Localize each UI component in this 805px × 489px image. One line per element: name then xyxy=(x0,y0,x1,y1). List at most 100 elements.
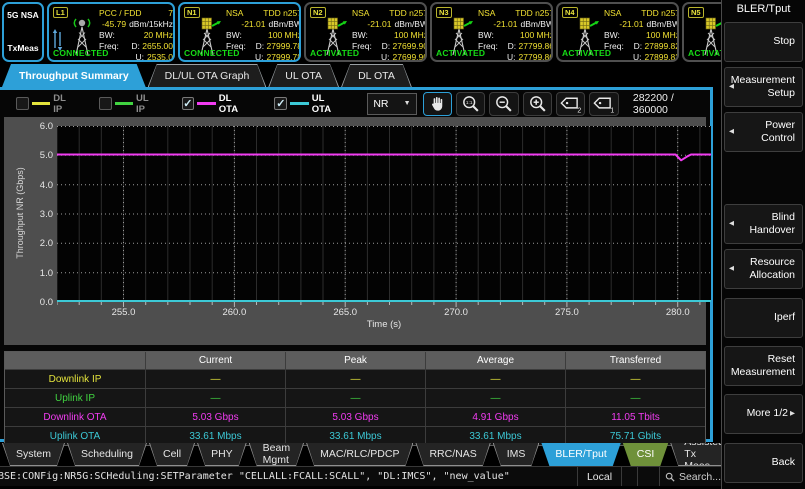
cell-status-n3[interactable]: N3 NSATDD n257 -21.01dBm/BW BW:100 MHz F… xyxy=(430,2,553,62)
legend-swatch-ul-ota xyxy=(290,102,309,105)
rat-select-dropdown[interactable]: NR ▼ xyxy=(367,93,416,115)
pan-tool-button[interactable] xyxy=(423,92,452,116)
left-arrow-icon: ◀ xyxy=(729,83,734,91)
bottom-tab-mac-rlc-pdcp[interactable]: MAC/RLC/PDCP xyxy=(306,443,413,466)
cell-status-text: ACTIVATED xyxy=(310,48,359,58)
more-pages-button[interactable]: More 1/2▶ xyxy=(724,394,803,434)
measurement-tabs: Throughput Summary DL/UL OTA Graph UL OT… xyxy=(0,64,721,87)
left-arrow-icon: ◀ xyxy=(729,128,734,136)
bottom-tab-csi[interactable]: CSI xyxy=(623,443,669,466)
bottom-tab-beam-mgmt[interactable]: Beam Mgmt xyxy=(249,443,304,466)
cell-band: 7 xyxy=(168,8,173,19)
legend-checkbox-ul-ota[interactable]: ✓ xyxy=(274,97,287,110)
table-header-peak: Peak xyxy=(286,352,425,369)
bottom-tab-rrc-nas[interactable]: RRC/NAS xyxy=(415,443,490,466)
tab-ul-ota[interactable]: UL OTA xyxy=(268,64,339,87)
cell-status-bar: 5G NSA TxMeas L1 xyxy=(0,0,721,64)
sidebar-title: BLER/Tput xyxy=(724,3,803,20)
bw-label: BW: xyxy=(99,30,115,41)
zoom-in-icon xyxy=(528,94,547,113)
cell-status-text: ACTIVATED xyxy=(562,48,611,58)
iperf-button[interactable]: Iperf xyxy=(724,298,803,338)
cell-status-n4[interactable]: N4 NSATDD n257 -21.01dBm/BW BW:100 MHz F… xyxy=(556,2,679,62)
power-control-button[interactable]: ◀Power Control xyxy=(724,112,803,152)
cell-ul-freq: 2535.0 xyxy=(147,52,173,62)
legend-swatch-dl-ota xyxy=(197,102,216,105)
sample-counter: 282200 / 360000 xyxy=(633,92,710,116)
table-header-average: Average xyxy=(426,352,565,369)
cell-status-l1[interactable]: L1 PCC / FDD7 -45.79dBm/15kHz xyxy=(47,2,175,62)
cell-status-text: ACTIVATED xyxy=(688,48,721,58)
blind-handover-button[interactable]: ◀Blind Handover xyxy=(724,204,803,244)
cell-status-text: CONNECTED xyxy=(53,48,109,58)
softkey-sidebar: BLER/Tput Stop ◀Measurement Setup ◀Power… xyxy=(721,0,805,489)
cell-power: -45.79 xyxy=(102,19,126,30)
throughput-summary-panel: DL IP UL IP ✓ DL OTA ✓ UL OTA xyxy=(0,87,713,442)
statusbar-cell xyxy=(621,467,637,486)
cell-info: NSATDD n257 -21.01dBm/BW BW:100 MHz Freq… xyxy=(352,8,427,62)
tab-dl-ul-ota-graph[interactable]: DL/UL OTA Graph xyxy=(148,64,267,87)
mode-box[interactable]: 5G NSA TxMeas xyxy=(2,2,44,62)
measurement-setup-button[interactable]: ◀Measurement Setup xyxy=(724,67,803,107)
search-box[interactable]: Search... xyxy=(659,467,721,486)
left-arrow-icon: ◀ xyxy=(729,265,734,273)
cell-info: NSATDD n257 -21.01dBm/BW BW:100 MHz Freq… xyxy=(604,8,679,62)
table-header-current: Current xyxy=(146,352,285,369)
zoom-reset-icon: 1:1 xyxy=(461,94,480,113)
hand-icon xyxy=(428,95,446,113)
legend-checkbox-dl-ota[interactable]: ✓ xyxy=(182,97,195,110)
reset-measurement-button[interactable]: Reset Measurement xyxy=(724,346,803,386)
cell-status-n2[interactable]: N2 NSATDD n257 -21.01dBm/BW BW:100 MHz F… xyxy=(304,2,427,62)
category-tabs: System Scheduling Cell PHY Beam Mgmt MAC… xyxy=(0,442,721,466)
marker-2-icon: 2 xyxy=(559,93,583,114)
x-axis-title: Time (s) xyxy=(57,319,711,330)
marker-1-button[interactable]: 1 xyxy=(589,92,618,116)
marker-1-icon: 1 xyxy=(592,93,616,114)
cell-status-n5[interactable]: N5 ACTIVATED xyxy=(682,2,721,62)
tab-throughput-summary[interactable]: Throughput Summary xyxy=(2,64,146,87)
zoom-reset-button[interactable]: 1:1 xyxy=(456,92,485,116)
legend-checkbox-dl-ip[interactable] xyxy=(16,97,29,110)
status-bar: BSE:CONFig:NR5G:SCHeduling:SETParameter … xyxy=(0,466,721,486)
cell-power-unit: dBm/15kHz xyxy=(129,19,173,30)
bottom-tab-system[interactable]: System xyxy=(2,443,65,466)
right-arrow-icon: ▶ xyxy=(790,410,795,418)
bottom-tab-ims[interactable]: IMS xyxy=(493,443,540,466)
svg-text:1: 1 xyxy=(611,107,615,114)
resource-allocation-button[interactable]: ◀Resource Allocation xyxy=(724,249,803,289)
dropdown-caret-icon: ▼ xyxy=(404,100,411,107)
legend-label-ul-ip: UL IP xyxy=(136,93,160,115)
throughput-chart[interactable]: Throughput NR (Gbps) 0.01.02.03.04.05.06… xyxy=(4,117,706,345)
local-button[interactable]: Local xyxy=(577,467,621,486)
stop-button[interactable]: Stop xyxy=(724,22,803,62)
tab-dl-ota[interactable]: DL OTA xyxy=(341,64,412,87)
legend-checkbox-ul-ip[interactable] xyxy=(99,97,112,110)
left-arrow-icon: ◀ xyxy=(729,220,734,228)
back-button[interactable]: Back xyxy=(724,443,803,483)
legend-label-dl-ota: DL OTA xyxy=(219,93,253,115)
bottom-tab-cell[interactable]: Cell xyxy=(149,443,195,466)
marker-2-button[interactable]: 2 xyxy=(556,92,585,116)
zoom-in-button[interactable] xyxy=(523,92,552,116)
bottom-tab-phy[interactable]: PHY xyxy=(197,443,247,466)
legend-swatch-ul-ip xyxy=(115,102,134,105)
cell-status-n1[interactable]: N1 NSATDD n257 -21.01dBm/BW BW:100 MHz F… xyxy=(178,2,301,62)
cell-status-text: CONNECTED xyxy=(184,48,240,58)
statusbar-cell xyxy=(637,467,659,486)
table-header-cell xyxy=(5,352,145,369)
mode-line2: TxMeas xyxy=(7,43,38,53)
cell-tech: PCC / FDD xyxy=(99,8,142,19)
main-area: 5G NSA TxMeas L1 xyxy=(0,0,721,489)
cell-info: PCC / FDD7 -45.79dBm/15kHz BW:20 MHz Fre… xyxy=(99,8,173,62)
scpi-command-text: BSE:CONFig:NR5G:SCHeduling:SETParameter … xyxy=(0,467,577,486)
plot-area[interactable] xyxy=(57,126,711,308)
bottom-tab-scheduling[interactable]: Scheduling xyxy=(67,443,147,466)
bottom-tab-bler-tput[interactable]: BLER/Tput xyxy=(541,443,620,466)
legend-toolbar-row: DL IP UL IP ✓ DL OTA ✓ UL OTA xyxy=(0,90,710,117)
svg-text:2: 2 xyxy=(577,107,581,114)
app-window: 5G NSA TxMeas L1 xyxy=(0,0,805,489)
cell-info: NSATDD n257 -21.01dBm/BW BW:100 MHz Freq… xyxy=(478,8,553,62)
zoom-out-icon xyxy=(494,94,513,113)
throughput-results-table: Current Peak Average Transferred Downlin… xyxy=(4,351,706,446)
zoom-out-button[interactable] xyxy=(489,92,518,116)
